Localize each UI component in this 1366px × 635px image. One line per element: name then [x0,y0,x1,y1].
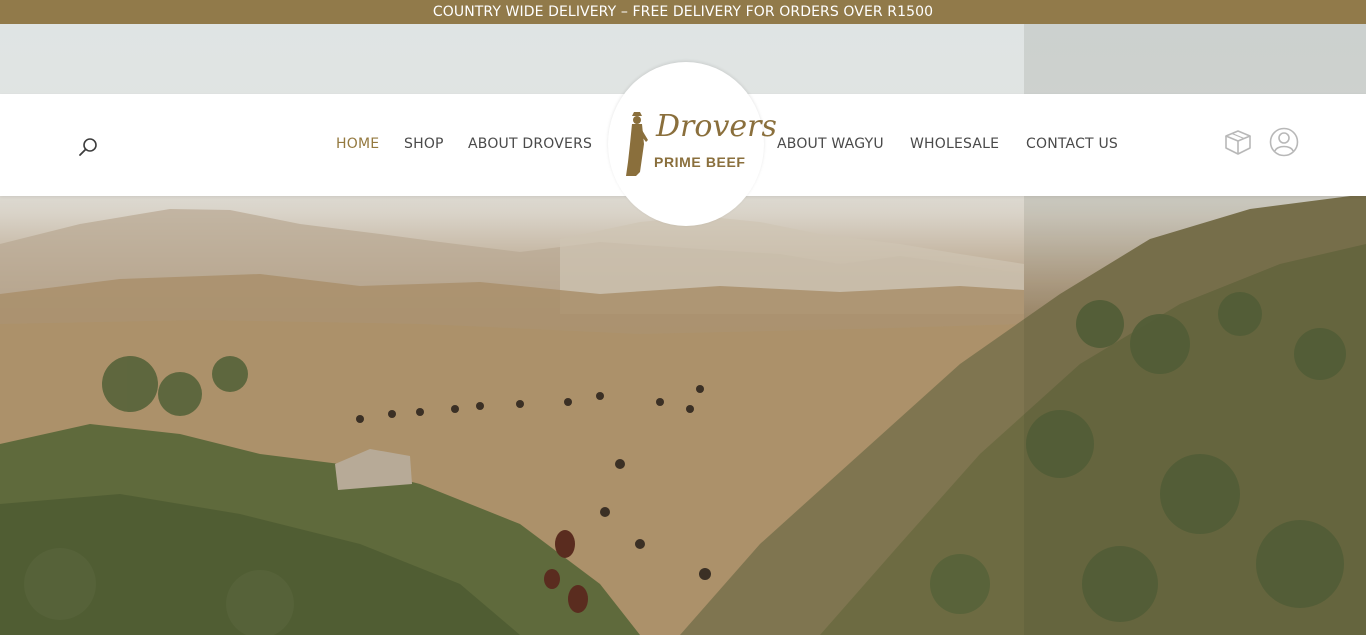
nav-home[interactable]: HOME [336,136,379,152]
logo-tagline: PRIME BEEF [654,154,746,170]
nav-shop[interactable]: SHOP [404,136,444,152]
nav-about-wagyu[interactable]: ABOUT WAGYU [777,136,884,152]
drover-figure-icon [626,112,648,176]
announcement-text: COUNTRY WIDE DELIVERY – FREE DELIVERY FO… [432,4,934,20]
box-icon[interactable] [1222,128,1254,156]
nav-wholesale[interactable]: WHOLESALE [910,136,999,152]
user-icon[interactable] [1268,126,1300,158]
logo-wordmark: Drovers [656,109,777,144]
nav-about-drovers[interactable]: ABOUT DROVERS [468,136,592,152]
nav-contact-us[interactable]: CONTACT US [1026,136,1118,152]
site-logo[interactable]: Drovers PRIME BEEF [620,110,777,180]
search-icon[interactable] [78,136,100,158]
announcement-bar: COUNTRY WIDE DELIVERY – FREE DELIVERY FO… [0,0,1366,24]
